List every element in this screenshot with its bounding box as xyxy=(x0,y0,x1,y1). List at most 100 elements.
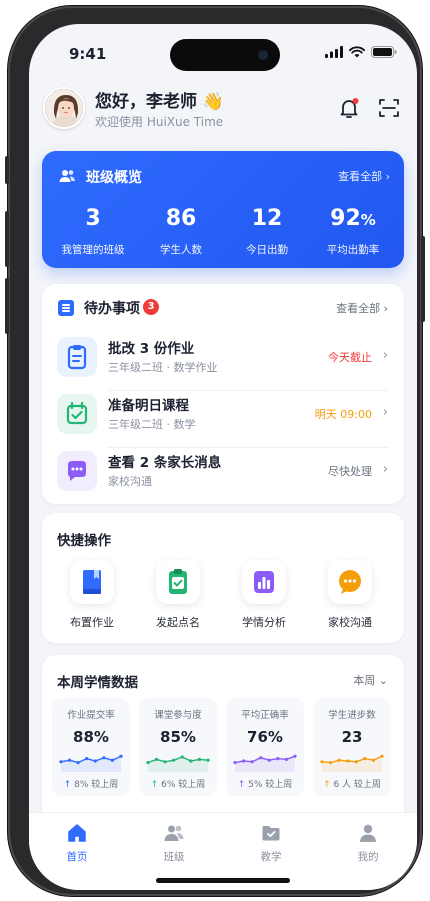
volume-up-button xyxy=(5,211,9,267)
start-roll-call-button[interactable]: 发起点名 xyxy=(138,560,218,630)
todo-item-subtitle: 家校沟通 xyxy=(108,475,152,488)
sparkline-point xyxy=(328,761,333,765)
todo-item-status: 今天截止 xyxy=(328,351,372,364)
sparkline-point xyxy=(146,761,150,765)
message-icon xyxy=(328,560,372,604)
chevron-right-icon: › xyxy=(382,348,388,363)
todo-count-badge: 3 xyxy=(143,299,159,315)
todo-card: 待办事项 3 查看全部 › 批改 3 份作业 三年级二班 · 数学作业 今天截止… xyxy=(42,284,404,504)
quick-action-label: 学情分析 xyxy=(242,616,286,629)
stat-card-accuracy[interactable]: 平均正确率 76% ↑ 5% 较上周 xyxy=(226,698,304,796)
sparkline-point xyxy=(354,760,358,764)
todo-item-parent-messages[interactable]: 查看 2 条家长消息 家校沟通 尽快处理 › xyxy=(42,445,404,501)
sparkline-point xyxy=(76,761,80,765)
sparkline-point xyxy=(189,759,193,763)
quick-action-label: 家校沟通 xyxy=(328,616,372,629)
sparkline-point xyxy=(363,757,367,761)
sparkline-chart xyxy=(320,754,384,772)
sparkline-point xyxy=(293,754,297,758)
todo-view-all-link[interactable]: 查看全部 › xyxy=(336,300,388,316)
battery-icon xyxy=(371,46,397,58)
notification-button[interactable] xyxy=(337,96,361,120)
todo-item-grade-homework[interactable]: 批改 3 份作业 三年级二班 · 数学作业 今天截止 › xyxy=(42,331,404,387)
sparkline-point xyxy=(93,759,97,763)
phone-frame: 9:41 您好，李老师 👋 欢迎使用 HuiXue Time 班级概览 查看全部… xyxy=(5,6,425,896)
stat-card-progress[interactable]: 学生进步数 23 ↑ 6 人 较上周 xyxy=(313,698,391,796)
home-indicator xyxy=(156,878,290,883)
quick-actions-card: 快捷操作 布置作业 发起点名 学情分析 家校沟通 xyxy=(42,513,404,643)
stat-label: 学生进步数 xyxy=(328,710,376,721)
chevron-down-icon: ⌄ xyxy=(378,674,388,687)
group-icon xyxy=(59,170,75,182)
sparkline-point xyxy=(337,758,341,762)
quick-action-label: 发起点名 xyxy=(156,616,200,629)
volume-down-button xyxy=(5,278,9,334)
learning-analysis-button[interactable]: 学情分析 xyxy=(224,560,304,630)
class-overview-card[interactable]: 班级概览 查看全部 › 3 我管理的班级 86 学生人数 12 今日出勤 92%… xyxy=(42,151,404,268)
chevron-right-icon: › xyxy=(382,405,388,420)
mute-switch xyxy=(5,156,9,184)
todo-item-subtitle: 三年级二班 · 数学作业 xyxy=(108,361,218,374)
sparkline-point xyxy=(119,754,123,758)
weekly-title: 本周学情数据 xyxy=(57,675,138,691)
calendar-check-icon xyxy=(57,394,97,434)
todo-item-status: 尽快处理 xyxy=(328,465,372,478)
sparkline-point xyxy=(250,760,254,764)
profile-icon xyxy=(357,822,379,844)
greeting-text: 您好，李老师 👋 xyxy=(95,92,225,112)
stat-change: ↑ 8% 较上周 xyxy=(63,780,119,790)
sparkline-point xyxy=(110,758,115,762)
bell-icon xyxy=(340,98,359,118)
todo-item-prepare-lesson[interactable]: 准备明日课程 三年级二班 · 数学 明天 09:00 › xyxy=(42,388,404,444)
stat-card-participation[interactable]: 课堂参与度 85% ↑ 6% 较上周 xyxy=(139,698,217,796)
sparkline-chart xyxy=(233,754,297,772)
todo-item-title: 批改 3 份作业 xyxy=(108,341,195,357)
home-school-chat-button[interactable]: 家校沟通 xyxy=(310,560,390,630)
bar-chart-icon xyxy=(242,560,286,604)
tab-class[interactable]: 班级 xyxy=(139,822,209,864)
tab-label: 我的 xyxy=(357,851,379,863)
period-dropdown[interactable]: 本周 ⌄ xyxy=(353,672,388,688)
stat-change: ↑ 5% 较上周 xyxy=(237,780,293,790)
sparkline-point xyxy=(163,760,167,764)
overview-view-all-link[interactable]: 查看全部 › xyxy=(338,168,390,184)
stat-label: 平均正确率 xyxy=(241,710,289,721)
stat-value: 23 xyxy=(341,728,363,746)
quick-actions-title: 快捷操作 xyxy=(57,533,111,549)
tab-profile[interactable]: 我的 xyxy=(333,822,403,864)
tab-home[interactable]: 首页 xyxy=(42,822,112,864)
assign-homework-button[interactable]: 布置作业 xyxy=(52,560,132,630)
folder-icon xyxy=(260,822,282,844)
sparkline-point xyxy=(371,758,376,762)
sparkline-point xyxy=(180,755,184,759)
sparkline-point xyxy=(241,759,246,763)
sparkline-point xyxy=(206,758,210,762)
welcome-text: 欢迎使用 HuiXue Time xyxy=(95,115,224,129)
stat-students: 86 学生人数 xyxy=(160,206,202,256)
stat-value: 88% xyxy=(73,728,109,746)
todo-title: 待办事项 xyxy=(84,301,140,317)
sparkline-point xyxy=(172,758,176,762)
stat-value: 85% xyxy=(160,728,196,746)
sparkline-point xyxy=(284,757,289,761)
sparkline-point xyxy=(380,754,384,758)
sparkline-point xyxy=(154,757,159,761)
scan-button[interactable] xyxy=(377,96,401,120)
todo-item-subtitle: 三年级二班 · 数学 xyxy=(108,418,196,431)
avatar[interactable] xyxy=(43,87,85,129)
stat-label: 作业提交率 xyxy=(67,710,115,721)
sparkline-point xyxy=(259,756,263,760)
sparkline-point xyxy=(67,758,72,762)
tab-teaching[interactable]: 教学 xyxy=(236,822,306,864)
tab-label: 教学 xyxy=(260,851,282,863)
home-icon xyxy=(66,822,88,844)
checklist-icon xyxy=(156,560,200,604)
sparkline-chart xyxy=(146,755,210,772)
chevron-right-icon: › xyxy=(382,462,388,477)
tab-label: 首页 xyxy=(66,851,88,863)
signal-icon xyxy=(325,46,343,58)
stat-card-homework-rate[interactable]: 作业提交率 88% ↑ 8% 较上周 xyxy=(52,698,130,796)
users-icon xyxy=(163,822,185,844)
tab-label: 班级 xyxy=(163,851,185,863)
sparkline-point xyxy=(346,759,350,763)
